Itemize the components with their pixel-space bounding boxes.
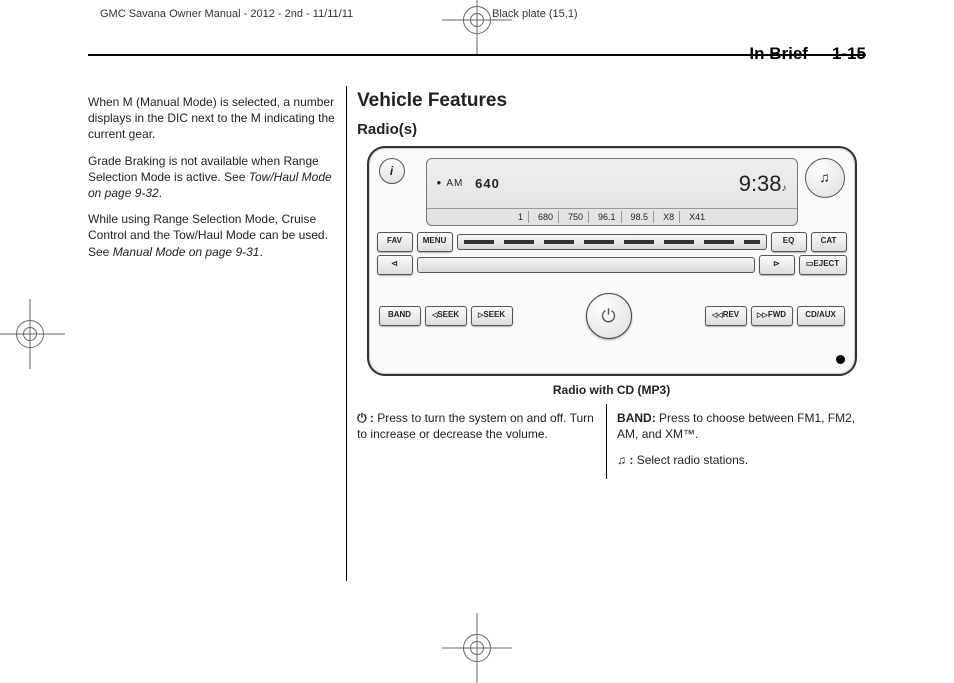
header-left: GMC Savana Owner Manual - 2012 - 2nd - 1… — [100, 8, 462, 20]
desc-col-left: ⏻ : Press to turn the system on and off.… — [357, 404, 607, 479]
desc-tune: ♫ : Select radio stations. — [617, 452, 856, 468]
seek-next-button[interactable]: ▷SEEK — [471, 306, 513, 326]
tune-knob[interactable]: ♫ — [805, 158, 845, 198]
corner-dot — [836, 355, 845, 364]
registration-mark-top — [463, 6, 491, 34]
softkey-strip[interactable] — [457, 234, 767, 250]
heading-radios: Radio(s) — [357, 120, 866, 140]
registration-mark-left — [16, 320, 44, 348]
display-clock: 9:38♪ — [739, 169, 787, 199]
power-icon: ⏻ — [601, 304, 615, 328]
power-icon: ⏻ — [357, 411, 367, 425]
row-bottom: BAND ◁SEEK ▷SEEK ⏻ ◁◁REV ▷▷FWD CD/AUX — [377, 293, 847, 339]
folder-next-button[interactable]: ⊳ — [759, 255, 795, 275]
preset-3: 96.1 — [593, 211, 622, 223]
header-right: Black plate (15,1) — [462, 8, 854, 20]
eq-button[interactable]: EQ — [771, 232, 807, 252]
preset-6: X41 — [684, 211, 710, 223]
radio-display: ● AM 640 9:38♪ 1 680 750 96.1 — [426, 158, 798, 226]
para-manual-mode: When M (Manual Mode) is selected, a numb… — [88, 94, 336, 143]
preset-5: X8 — [658, 211, 680, 223]
eject-button[interactable]: ▭ EJECT — [799, 255, 847, 275]
fwd-button[interactable]: ▷▷FWD — [751, 306, 793, 326]
info-icon: i — [390, 163, 393, 179]
figure-caption: Radio with CD (MP3) — [553, 382, 670, 398]
xref-manual-mode: Manual Mode on page 9-31 — [113, 245, 260, 259]
power-volume-knob[interactable]: ⏻ — [586, 293, 632, 339]
para-range-selection: While using Range Selection Mode, Cruise… — [88, 211, 336, 260]
music-note-icon: ♫ — [819, 168, 830, 187]
desc-col-right: BAND: Press to choose between FM1, FM2, … — [607, 404, 866, 479]
column-1: When M (Manual Mode) is selected, a numb… — [88, 86, 347, 581]
cd-slot[interactable] — [417, 257, 755, 273]
display-presets: 1 680 750 96.1 98.5 X8 X41 — [427, 208, 797, 225]
menu-button[interactable]: MENU — [417, 232, 453, 252]
para-grade-braking: Grade Braking is not available when Rang… — [88, 153, 336, 202]
info-button[interactable]: i — [379, 158, 405, 184]
figure-radio: i ♫ ● AM 640 9:38♪ — [357, 146, 866, 398]
rev-button[interactable]: ◁◁REV — [705, 306, 747, 326]
radio-faceplate: i ♫ ● AM 640 9:38♪ — [367, 146, 857, 376]
band-button[interactable]: BAND — [379, 306, 421, 326]
fav-button[interactable]: FAV — [377, 232, 413, 252]
row-softkeys-1: FAV MENU EQ CAT — [377, 232, 847, 252]
heading-vehicle-features: Vehicle Features — [357, 88, 866, 114]
preset-4: 98.5 — [626, 211, 655, 223]
content-frame: When M (Manual Mode) is selected, a numb… — [88, 54, 866, 586]
registration-mark-bottom — [463, 634, 491, 662]
preset-index: 1 — [513, 211, 529, 223]
folder-prev-button[interactable]: ⊲ — [377, 255, 413, 275]
description-columns: ⏻ : Press to turn the system on and off.… — [357, 404, 866, 479]
seek-prev-button[interactable]: ◁SEEK — [425, 306, 467, 326]
desc-power: ⏻ : Press to turn the system on and off.… — [357, 410, 596, 442]
desc-band: BAND: Press to choose between FM1, FM2, … — [617, 410, 856, 442]
display-band-freq: ● AM 640 — [437, 175, 500, 193]
preset-1: 680 — [533, 211, 559, 223]
column-2-3: Vehicle Features Radio(s) i ♫ ● AM 640 — [347, 86, 866, 581]
row-softkeys-2: ⊲ ⊳ ▭ EJECT — [377, 255, 847, 275]
cat-button[interactable]: CAT — [811, 232, 847, 252]
preset-2: 750 — [563, 211, 589, 223]
cd-aux-button[interactable]: CD/AUX — [797, 306, 845, 326]
page: GMC Savana Owner Manual - 2012 - 2nd - 1… — [0, 0, 954, 668]
music-note-icon: ♫ — [617, 453, 626, 467]
